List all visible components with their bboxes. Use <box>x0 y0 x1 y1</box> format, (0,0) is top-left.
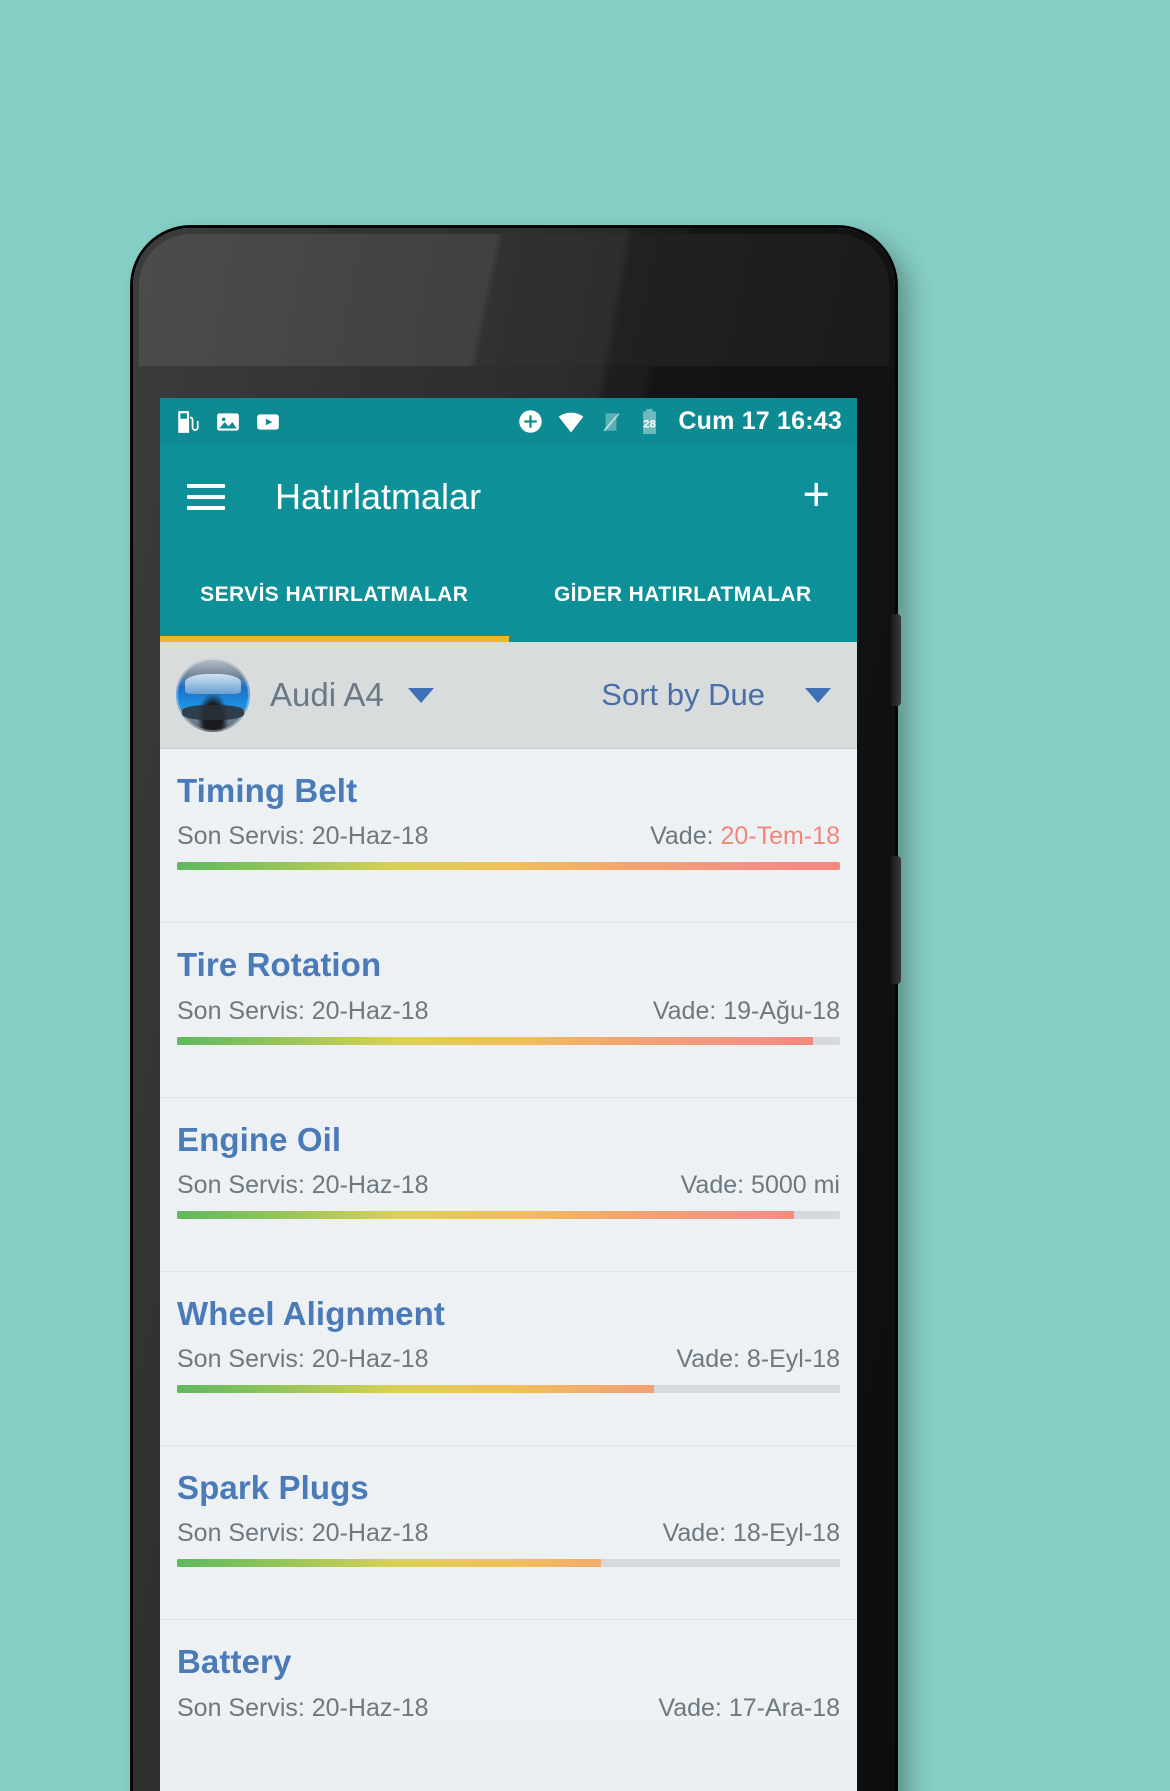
reminder-due-label: Vade: <box>652 996 724 1025</box>
reminder-title: Wheel Alignment <box>177 1294 445 1332</box>
reminder-title: Engine Oil <box>177 1120 342 1158</box>
reminder-due: Vade: 5000 mi <box>681 1171 840 1200</box>
status-bar-datetime: Cum 17 16:43 <box>678 407 842 435</box>
signal-off-icon <box>603 412 621 432</box>
tab-bar: SERVİS HATIRLATMALAR GİDER HATIRLATMALAR <box>160 548 857 642</box>
wifi-icon <box>559 412 584 432</box>
tab-service-reminders[interactable]: SERVİS HATIRLATMALAR <box>160 548 509 642</box>
reminder-card[interactable]: Engine Oil Son Servis: 20-Haz-18 Vade: 500… <box>160 1096 857 1271</box>
reminder-last-service: Son Servis: 20-Haz-18 <box>177 996 429 1025</box>
reminder-progress-track <box>177 1559 840 1568</box>
reminder-due-label: Vade: <box>658 1693 729 1722</box>
status-bar-notification-icons <box>175 409 281 435</box>
reminder-card[interactable]: Tire Rotation Son Servis: 20-Haz-18 Vade: … <box>160 922 857 1097</box>
reminder-last-service: Son Servis: 20-Haz-18 <box>177 1519 429 1548</box>
reminder-due-value: 19-Ağu-18 <box>723 996 840 1025</box>
reminder-due-label: Vade: <box>650 822 721 851</box>
tab-active-indicator <box>160 636 509 642</box>
reminder-due: Vade: 19-Ağu-18 <box>653 997 840 1026</box>
reminder-meta-row: Son Servis: 20-Haz-18 Vade: 19-Ağu-18 <box>177 997 840 1026</box>
reminder-progress-track <box>177 1210 840 1219</box>
card-spacer <box>177 1393 840 1445</box>
reminder-last-service: Son Servis: 20-Haz-18 <box>177 1693 429 1722</box>
reminder-due: Vade: 17-Ara-18 <box>658 1694 840 1723</box>
card-spacer <box>177 1045 840 1097</box>
reminder-meta-row: Son Servis: 20-Haz-18 Vade: 5000 mi <box>177 1171 840 1200</box>
reminder-last-service: Son Servis: 20-Haz-18 <box>177 822 429 851</box>
chevron-down-icon <box>407 687 434 703</box>
filter-bar: Audi A4 Sort by Due <box>160 642 857 748</box>
chevron-down-icon <box>805 687 831 703</box>
reminder-progress-fill <box>177 862 840 871</box>
hamburger-line <box>187 505 225 510</box>
page-root: 28 Cum 17 16:43 Hatırlatmalar + SERVİS H… <box>0 0 1170 1791</box>
reminder-card[interactable]: Battery Son Servis: 20-Haz-18 Vade: 17-Ara… <box>160 1619 857 1723</box>
power-button[interactable] <box>891 614 901 706</box>
sort-selector[interactable]: Sort by Due <box>601 677 841 713</box>
reminder-due-label: Vade: <box>662 1519 733 1548</box>
reminder-progress-track <box>177 1036 840 1045</box>
hamburger-line <box>187 494 225 499</box>
phone-screen: 28 Cum 17 16:43 Hatırlatmalar + SERVİS H… <box>160 398 857 1791</box>
reminder-title: Tire Rotation <box>177 946 382 984</box>
card-spacer <box>177 1567 840 1619</box>
reminder-meta-row: Son Servis: 20-Haz-18 Vade: 18-Eyl-18 <box>177 1519 840 1548</box>
reminder-progress-fill <box>177 1210 794 1219</box>
volume-button[interactable] <box>891 856 901 984</box>
reminder-meta-row: Son Servis: 20-Haz-18 Vade: 17-Ara-18 <box>177 1694 840 1723</box>
reminder-card[interactable]: Spark Plugs Son Servis: 20-Haz-18 Vade: 18… <box>160 1445 857 1620</box>
status-bar-system-icons: 28 Cum 17 16:43 <box>517 408 842 436</box>
reminder-last-service: Son Servis: 20-Haz-18 <box>177 1345 429 1374</box>
video-icon <box>257 413 279 430</box>
hamburger-line <box>187 483 225 488</box>
reminder-card[interactable]: Wheel Alignment Son Servis: 20-Haz-18 Vade… <box>160 1270 857 1446</box>
status-bar: 28 Cum 17 16:43 <box>160 398 857 445</box>
reminder-due: Vade: 18-Eyl-18 <box>663 1519 840 1548</box>
page-title: Hatırlatmalar <box>275 475 482 517</box>
battery-icon: 28 <box>643 409 657 434</box>
vehicle-selector[interactable]: Audi A4 <box>176 658 434 732</box>
card-spacer <box>177 870 840 922</box>
reminder-title: Battery <box>177 1643 292 1681</box>
tab-expense-reminders[interactable]: GİDER HATIRLATMALAR <box>509 548 858 642</box>
reminder-due: Vade: 8-Eyl-18 <box>676 1345 840 1374</box>
reminder-progress-track <box>177 862 840 871</box>
sort-label: Sort by Due <box>601 677 765 712</box>
reminder-due-value: 20-Tem-18 <box>720 822 841 851</box>
reminder-title: Spark Plugs <box>177 1469 369 1507</box>
add-circle-icon <box>519 410 543 433</box>
reminder-card[interactable]: Timing Belt Son Servis: 20-Haz-18 Vade: 20… <box>160 748 857 923</box>
plus-icon[interactable]: + <box>803 470 830 523</box>
reminder-last-service: Son Servis: 20-Haz-18 <box>177 1170 429 1199</box>
reminder-due: Vade: 20-Tem-18 <box>650 822 840 851</box>
car-photo-avatar <box>176 658 250 732</box>
reminder-due-value: 18-Eyl-18 <box>733 1519 840 1548</box>
app-bar: Hatırlatmalar + <box>160 445 857 548</box>
reminder-progress-track <box>177 1385 840 1394</box>
reminder-progress-fill <box>177 1559 602 1568</box>
vehicle-name: Audi A4 <box>270 676 384 713</box>
reminder-progress-fill <box>177 1036 814 1045</box>
phone-top-glass <box>139 234 889 366</box>
reminder-due-value: 5000 mi <box>751 1170 840 1199</box>
hamburger-menu-icon[interactable] <box>187 483 225 510</box>
reminder-due-label: Vade: <box>676 1345 747 1374</box>
battery-level-text: 28 <box>644 419 657 431</box>
reminder-progress-fill <box>177 1385 655 1394</box>
reminder-due-value: 8-Eyl-18 <box>746 1345 840 1374</box>
reminder-due-label: Vade: <box>680 1170 752 1199</box>
reminder-meta-row: Son Servis: 20-Haz-18 Vade: 20-Tem-18 <box>177 822 840 851</box>
card-spacer <box>177 1219 840 1271</box>
reminder-meta-row: Son Servis: 20-Haz-18 Vade: 8-Eyl-18 <box>177 1345 840 1374</box>
fuel-icon <box>178 410 199 433</box>
reminder-due-value: 17-Ara-18 <box>728 1693 840 1722</box>
reminder-title: Timing Belt <box>177 772 358 809</box>
image-icon <box>217 412 239 431</box>
reminder-list: Timing Belt Son Servis: 20-Haz-18 Vade: 20… <box>160 748 857 1723</box>
